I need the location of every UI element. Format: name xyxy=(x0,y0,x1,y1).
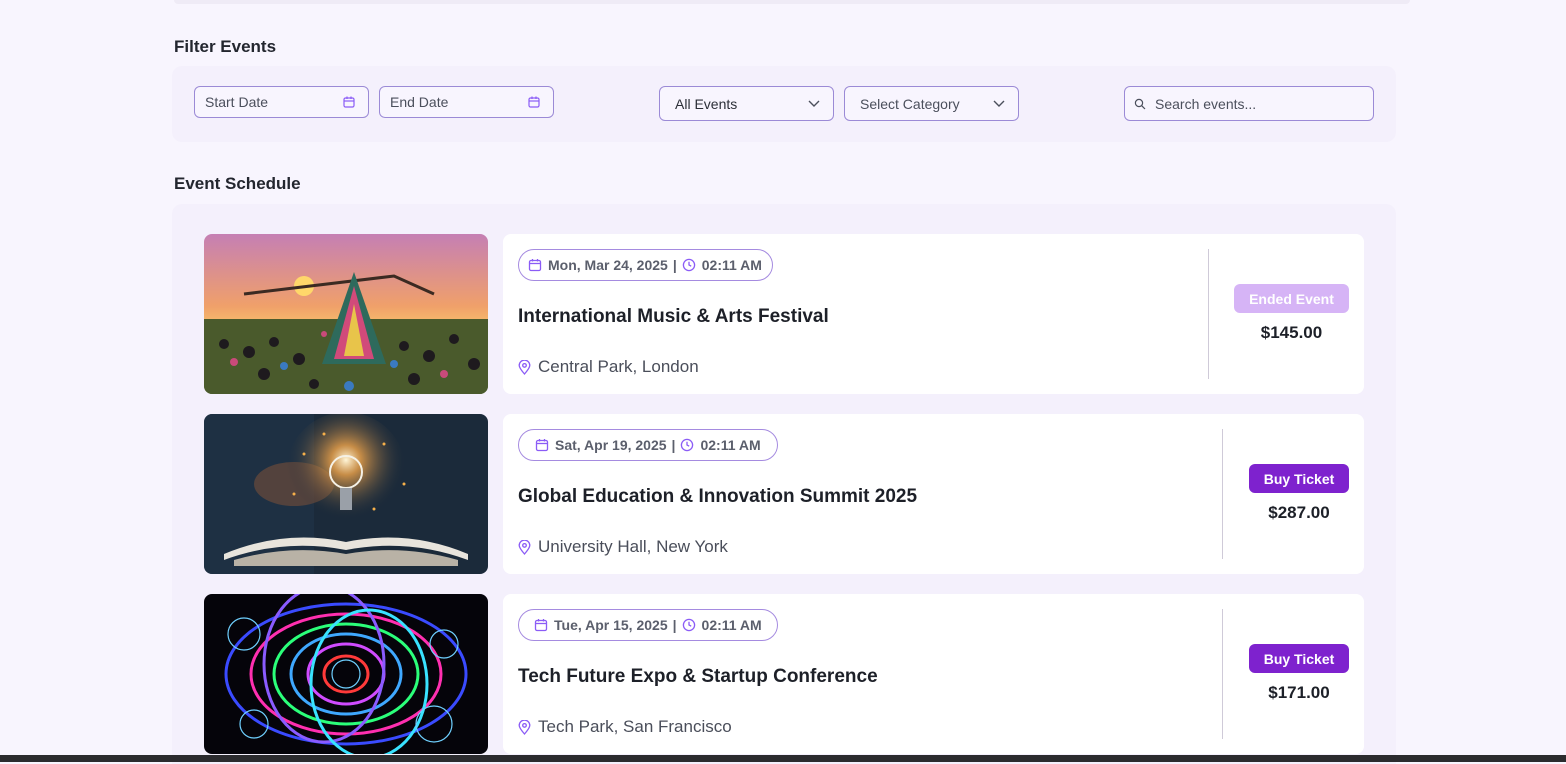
event-time: 02:11 AM xyxy=(700,437,761,453)
ended-event-button[interactable]: Ended Event xyxy=(1234,284,1349,313)
datetime-separator: | xyxy=(671,437,676,453)
event-row: Tue, Apr 15, 2025 | 02:11 AM Tech Future… xyxy=(204,594,1364,754)
event-location-text: Central Park, London xyxy=(538,357,699,376)
event-title[interactable]: Global Education & Innovation Summit 202… xyxy=(518,486,917,508)
event-image-festival[interactable] xyxy=(204,234,488,394)
event-schedule-panel: Mon, Mar 24, 2025 | 02:11 AM Internation… xyxy=(172,204,1396,764)
event-title[interactable]: International Music & Arts Festival xyxy=(518,306,829,328)
clock-icon xyxy=(682,618,696,632)
event-row: Sat, Apr 19, 2025 | 02:11 AM Global Educ… xyxy=(204,414,1364,574)
chevron-down-icon xyxy=(992,97,1006,111)
filter-events-heading: Filter Events xyxy=(174,37,277,56)
event-price: $287.00 xyxy=(1268,503,1330,522)
event-price: $145.00 xyxy=(1260,323,1323,342)
clock-icon xyxy=(680,438,694,452)
event-schedule-heading: Event Schedule xyxy=(174,174,301,193)
event-image-summit[interactable] xyxy=(204,414,488,574)
search-placeholder: Search events... xyxy=(1155,95,1257,112)
event-scope-value: All Events xyxy=(675,95,738,112)
datetime-separator: | xyxy=(672,257,677,273)
location-pin-icon xyxy=(518,719,532,735)
event-date: Tue, Apr 15, 2025 xyxy=(554,617,668,633)
search-input[interactable]: Search events... xyxy=(1124,86,1374,121)
chevron-down-icon xyxy=(807,97,821,111)
end-date-placeholder: End Date xyxy=(390,94,449,110)
event-date: Sat, Apr 19, 2025 xyxy=(555,437,667,453)
calendar-icon xyxy=(534,618,548,632)
card-divider xyxy=(1222,429,1223,559)
location-pin-icon xyxy=(518,359,532,375)
event-image-tech-expo[interactable] xyxy=(204,594,488,754)
event-datetime-badge: Tue, Apr 15, 2025 | 02:11 AM xyxy=(518,609,778,641)
buy-ticket-button[interactable]: Buy Ticket xyxy=(1249,644,1349,673)
event-location-text: Tech Park, San Francisco xyxy=(538,717,732,736)
clock-icon xyxy=(682,258,696,272)
calendar-icon xyxy=(528,258,542,272)
start-date-placeholder: Start Date xyxy=(205,94,269,110)
event-row: Mon, Mar 24, 2025 | 02:11 AM Internation… xyxy=(204,234,1364,394)
header-card-edge xyxy=(174,0,1410,4)
event-card[interactable]: Sat, Apr 19, 2025 | 02:11 AM Global Educ… xyxy=(503,414,1364,574)
event-price: $171.00 xyxy=(1268,683,1330,702)
event-location: University Hall, New York xyxy=(518,537,728,557)
event-location: Central Park, London xyxy=(518,357,699,377)
event-card[interactable]: Tue, Apr 15, 2025 | 02:11 AM Tech Future… xyxy=(503,594,1364,754)
event-card[interactable]: Mon, Mar 24, 2025 | 02:11 AM Internation… xyxy=(503,234,1364,394)
start-date-input[interactable]: Start Date xyxy=(194,86,369,118)
end-date-input[interactable]: End Date xyxy=(379,86,554,118)
event-date: Mon, Mar 24, 2025 xyxy=(548,257,668,273)
category-select[interactable]: Select Category xyxy=(844,86,1019,121)
card-divider xyxy=(1208,249,1209,379)
event-title[interactable]: Tech Future Expo & Startup Conference xyxy=(518,666,878,688)
event-datetime-badge: Mon, Mar 24, 2025 | 02:11 AM xyxy=(518,249,773,281)
event-scope-select[interactable]: All Events xyxy=(659,86,834,121)
event-datetime-badge: Sat, Apr 19, 2025 | 02:11 AM xyxy=(518,429,778,461)
search-icon xyxy=(1134,97,1148,111)
calendar-icon[interactable] xyxy=(527,95,541,109)
category-value: Select Category xyxy=(860,95,960,112)
event-time: 02:11 AM xyxy=(701,257,762,273)
datetime-separator: | xyxy=(672,617,677,633)
event-location-text: University Hall, New York xyxy=(538,537,728,556)
calendar-icon xyxy=(535,438,549,452)
event-time: 02:11 AM xyxy=(701,617,762,633)
filter-panel: Start Date End Date All Events Select Ca… xyxy=(172,66,1396,142)
card-divider xyxy=(1222,609,1223,739)
calendar-icon[interactable] xyxy=(342,95,356,109)
taskbar-edge xyxy=(0,755,1566,762)
location-pin-icon xyxy=(518,539,532,555)
buy-ticket-button[interactable]: Buy Ticket xyxy=(1249,464,1349,493)
event-location: Tech Park, San Francisco xyxy=(518,717,732,737)
